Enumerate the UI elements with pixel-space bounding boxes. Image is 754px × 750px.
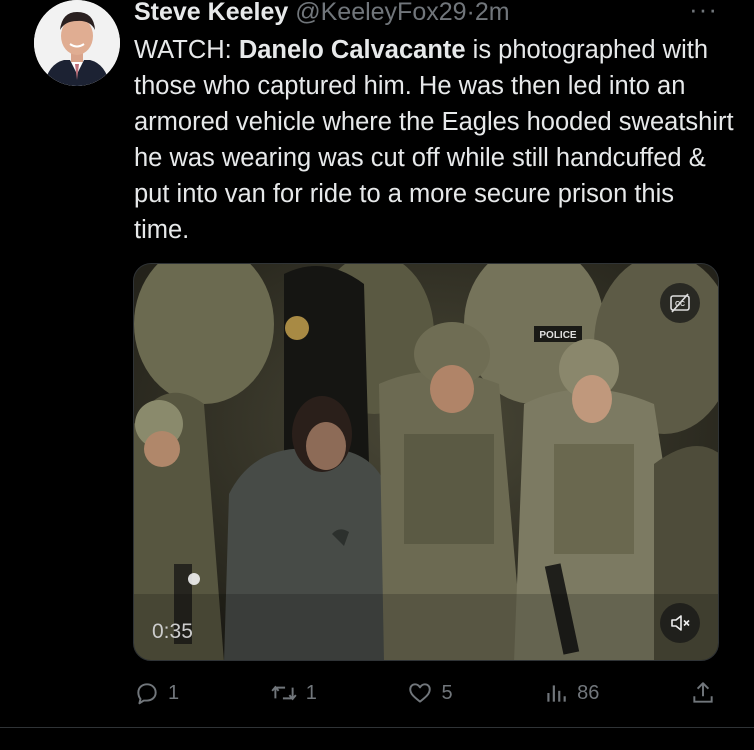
tweet-text-body: is photographed with those who captured … — [134, 36, 734, 244]
tweet-text-prefix: WATCH: — [134, 36, 239, 64]
heart-icon — [409, 683, 432, 703]
tweet-text-bold: Danelo Calvacante — [238, 36, 466, 64]
more-options-icon[interactable]: ··· — [689, 0, 718, 25]
repost-icon — [271, 685, 297, 701]
repost-button[interactable]: 1 — [270, 680, 317, 706]
tweet-divider — [0, 727, 754, 728]
author-avatar[interactable] — [34, 0, 120, 86]
captions-button[interactable]: CC — [660, 283, 700, 323]
mute-button[interactable] — [660, 603, 700, 643]
police-patch-text: POLICE — [539, 330, 577, 341]
author-name[interactable]: Steve Keeley — [134, 0, 288, 26]
tweet-header: Steve Keeley @KeeleyFox29·2m — [134, 0, 714, 28]
views-chart-icon — [547, 685, 566, 702]
like-count: 5 — [441, 681, 453, 704]
video-player[interactable]: POLICE — [133, 263, 719, 661]
reply-button[interactable]: 1 — [134, 680, 179, 706]
repost-count: 1 — [305, 681, 317, 704]
reply-count: 1 — [168, 681, 180, 704]
avatar-image — [34, 0, 120, 86]
share-icon — [693, 682, 713, 703]
separator-dot: · — [466, 0, 475, 26]
view-count: 86 — [577, 681, 600, 704]
speaker-muted-icon — [671, 615, 690, 631]
like-button[interactable]: 5 — [407, 680, 453, 706]
share-button[interactable] — [690, 680, 716, 706]
views-button[interactable]: 86 — [543, 680, 599, 706]
tweet-text: WATCH: Danelo Calvacante is photographed… — [134, 32, 734, 248]
reply-icon — [137, 683, 157, 705]
author-handle[interactable]: @KeeleyFox29 — [295, 0, 466, 26]
tweet-time[interactable]: 2m — [475, 0, 510, 26]
tweet-actions: 1 1 5 86 — [134, 676, 716, 710]
video-frame: POLICE — [134, 264, 718, 660]
video-duration: 0:35 — [152, 620, 193, 643]
captions-off-icon: CC — [670, 293, 690, 313]
